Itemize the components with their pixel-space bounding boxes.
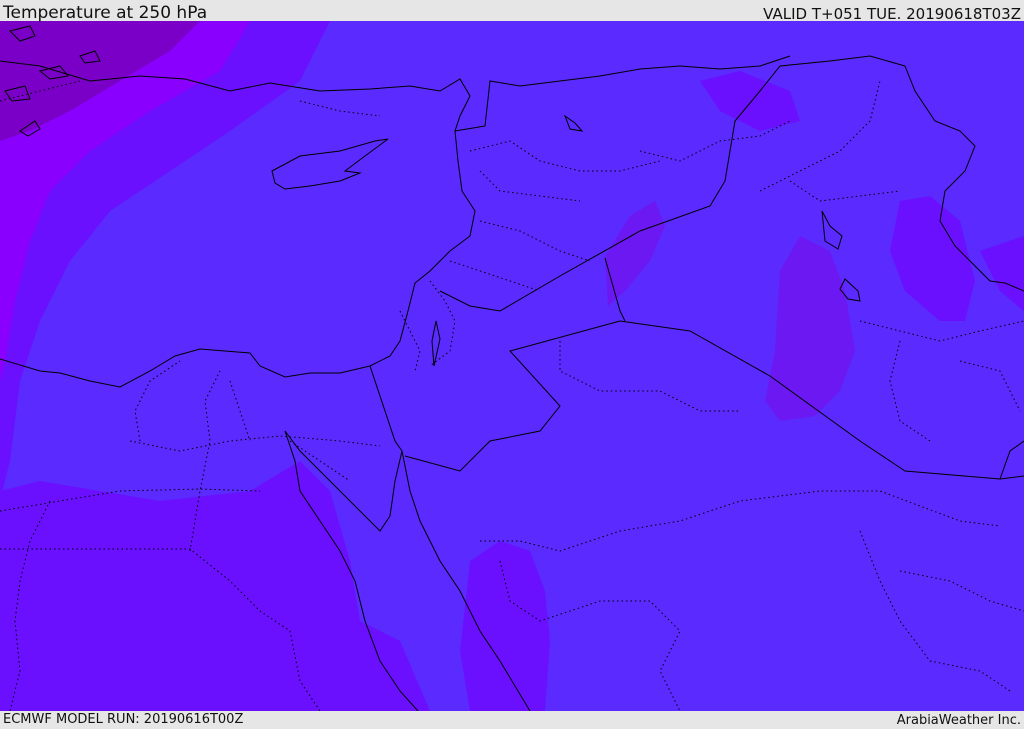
footer-bar: ECMWF MODEL RUN: 20190616T00Z ArabiaWeat… <box>0 711 1024 729</box>
credit-label: ArabiaWeather Inc. <box>896 713 1021 728</box>
map-frame: Temperature at 250 hPa VALID T+051 TUE. … <box>0 0 1024 729</box>
header-bar: Temperature at 250 hPa VALID T+051 TUE. … <box>0 0 1024 23</box>
model-run-label: ECMWF MODEL RUN: 20190616T00Z <box>3 712 244 727</box>
valid-time-label: VALID T+051 TUE. 20190618T03Z <box>763 5 1021 23</box>
map-canvas <box>0 21 1024 711</box>
weather-map <box>0 21 1024 711</box>
map-title: Temperature at 250 hPa <box>3 3 208 23</box>
